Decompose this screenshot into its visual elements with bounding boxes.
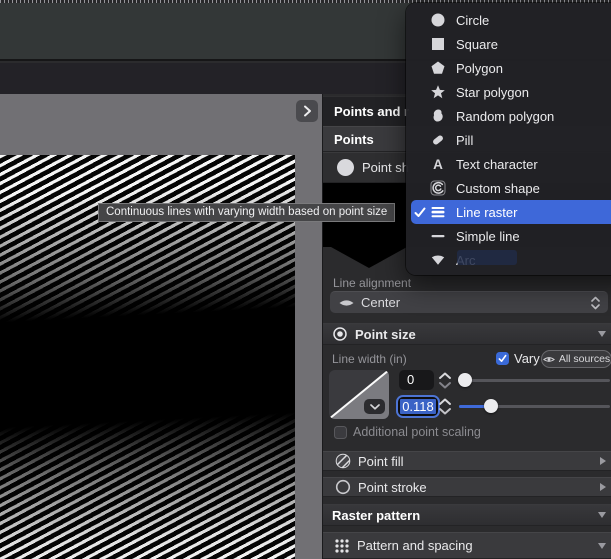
line-width-max-field[interactable]: 0.118 [396,395,440,418]
max-slider-knob[interactable] [484,399,498,413]
grid-dots-icon [334,538,350,554]
tooltip: Continuous lines with varying width base… [98,203,395,222]
menu-item-label: Star polygon [456,85,529,100]
line-width-min-field[interactable]: 0 [399,370,434,390]
menu-item-text-character[interactable]: A Text character [411,152,611,176]
line-width-max-value: 0.118 [400,399,436,414]
shape-preview-notch [331,247,407,268]
pill-icon [428,132,448,148]
menu-item-label: Polygon [456,61,503,76]
custom-shape-icon [428,180,448,196]
min-slider-knob[interactable] [458,373,472,387]
menu-item-custom-shape[interactable]: Custom shape [411,176,611,200]
check-icon [498,354,507,363]
svg-text:A: A [433,157,443,172]
menu-item-label: Text character [456,157,538,172]
star-polygon-icon [428,84,448,100]
point-stroke-label: Point stroke [358,480,427,495]
menu-item-square[interactable]: Square [411,32,611,56]
menu-item-line-raster[interactable]: Line raster [411,200,611,224]
menu-item-label: Square [456,37,498,52]
min-slider-track[interactable] [459,379,610,382]
simple-line-icon [428,228,448,244]
polygon-icon [428,60,448,76]
point-size-section-header[interactable]: Point size [323,323,611,345]
workspace [0,94,322,559]
max-stepper[interactable] [437,397,453,417]
min-stepper[interactable] [437,371,453,391]
disclosure-right-icon [600,457,606,465]
point-shape-menu: Circle Square Polygon Star polygon [406,3,611,275]
menu-item-label: Circle [456,13,489,28]
raster-pattern-label: Raster pattern [332,508,420,523]
menu-item-label: Pill [456,133,473,148]
checkmark-icon [411,207,428,218]
point-size-radio-icon [332,326,348,342]
menu-item-simple-line[interactable]: Simple line [411,224,611,248]
additional-scaling-label: Additional point scaling [353,425,481,439]
arc-row-artifact [457,250,517,265]
arc-icon [428,252,448,268]
line-alignment-value: Center [361,295,591,310]
point-stroke-icon [335,479,351,495]
disclosure-down-icon [598,331,606,337]
menu-item-star-polygon[interactable]: Star polygon [411,80,611,104]
all-sources-label: All sources [559,353,610,365]
point-size-header-label: Point size [355,327,416,342]
pattern-and-spacing-row[interactable]: Pattern and spacing [323,532,611,559]
lens-icon [338,297,355,309]
point-fill-label: Point fill [358,454,404,469]
menu-item-label: Random polygon [456,109,554,124]
panel-title: Points and r [334,104,409,119]
disclosure-down-icon [598,543,606,549]
chevron-down-icon [370,404,380,410]
line-alignment-popup[interactable]: Center [330,291,608,313]
points-header-label: Points [334,132,374,147]
circle-icon [428,12,448,28]
menu-item-pill[interactable]: Pill [411,128,611,152]
menu-item-random-polygon[interactable]: Random polygon [411,104,611,128]
pattern-and-spacing-label: Pattern and spacing [357,538,473,553]
point-fill-icon [335,453,351,469]
width-ramp-thumbnail[interactable] [329,370,389,419]
text-character-icon: A [428,156,448,172]
vary-label: Vary [514,351,540,366]
point-fill-row[interactable]: Point fill [323,451,611,471]
panel-collapse-button[interactable] [296,100,318,122]
app-window: Points and r Points Point sh Line alignm… [0,0,611,559]
menu-item-label: Custom shape [456,181,540,196]
disclosure-right-icon [600,483,606,491]
point-shape-label: Point sh [362,160,409,175]
random-polygon-icon [428,108,448,124]
square-icon [428,36,448,52]
additional-scaling-checkbox[interactable] [334,426,347,439]
point-shape-circle-icon [337,159,354,176]
line-raster-icon [428,204,448,220]
menu-item-label: Simple line [456,229,520,244]
line-width-label: Line width (in) [332,352,407,366]
vary-checkbox[interactable] [496,352,509,365]
menu-item-polygon[interactable]: Polygon [411,56,611,80]
popup-updown-icon [591,296,600,310]
sources-eye-icon [543,355,555,364]
line-alignment-label: Line alignment [333,276,411,290]
menu-item-label: Line raster [456,205,517,220]
line-width-min-value: 0 [407,372,414,387]
disclosure-down-icon [598,512,606,518]
chevron-right-icon [303,105,312,117]
all-sources-button[interactable]: All sources [541,350,611,368]
point-stroke-row[interactable]: Point stroke [323,477,611,497]
menu-item-circle[interactable]: Circle [411,8,611,32]
raster-pattern-section-header[interactable]: Raster pattern [323,504,611,526]
ramp-options-button[interactable] [364,399,385,414]
